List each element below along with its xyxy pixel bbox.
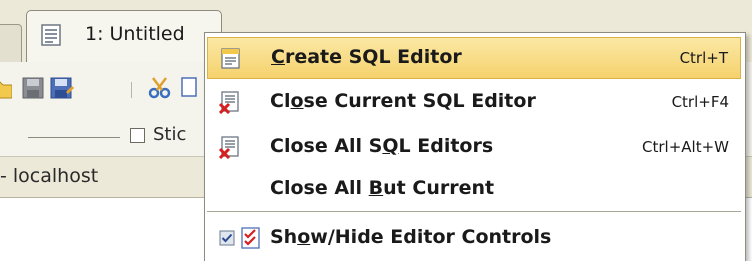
menu-item-shortcut: Ctrl+T — [679, 49, 728, 67]
menu-item-show-hide-editor-controls[interactable]: Show/Hide Editor Controls — [207, 218, 741, 260]
menu-item-close-current-sql-editor[interactable]: Close Current SQL Editor Ctrl+F4 — [207, 82, 741, 124]
save-icon[interactable] — [22, 76, 44, 100]
connection-label: - localhost — [0, 165, 99, 187]
checkbox-checked-icon — [219, 230, 235, 246]
menu-item-label: Close All But Current — [270, 177, 495, 199]
menu-item-close-all-sql-editors[interactable]: Close All SQL Editors Ctrl+Alt+W — [207, 127, 741, 169]
menu-item-shortcut: Ctrl+Alt+W — [642, 138, 729, 156]
previous-tab[interactable] — [0, 24, 22, 64]
document-icon — [41, 24, 61, 46]
sticky-label: Stic — [153, 124, 187, 145]
menu-separator — [207, 211, 741, 212]
menu-item-label: Close Current SQL Editor — [270, 90, 536, 112]
copy-icon[interactable] — [180, 76, 202, 100]
menu-item-create-sql-editor[interactable]: Create SQL Editor Ctrl+T — [207, 37, 741, 79]
sql-editor-icon — [221, 48, 240, 69]
open-folder-icon[interactable] — [0, 76, 12, 100]
toolbar-separator — [131, 82, 132, 98]
menu-item-shortcut: Ctrl+F4 — [671, 93, 729, 111]
menu-item-label: Show/Hide Editor Controls — [270, 226, 552, 248]
tab-untitled[interactable]: 1: Untitled — [26, 10, 222, 62]
divider-line — [28, 137, 120, 138]
menu-item-label: Close All SQL Editors — [270, 135, 494, 157]
menu-item-label: Create SQL Editor — [271, 46, 462, 68]
save-as-icon[interactable] — [50, 76, 74, 100]
close-all-editors-icon — [219, 136, 239, 159]
checklist-icon — [241, 227, 260, 249]
scissors-icon[interactable] — [148, 76, 172, 100]
close-editor-icon — [219, 91, 239, 114]
sticky-checkbox[interactable] — [130, 128, 145, 143]
menu-item-close-all-but-current[interactable]: Close All But Current — [207, 169, 741, 211]
editor-context-menu: Create SQL Editor Ctrl+T Close Current S… — [204, 32, 746, 261]
tab-title: 1: Untitled — [85, 23, 185, 45]
